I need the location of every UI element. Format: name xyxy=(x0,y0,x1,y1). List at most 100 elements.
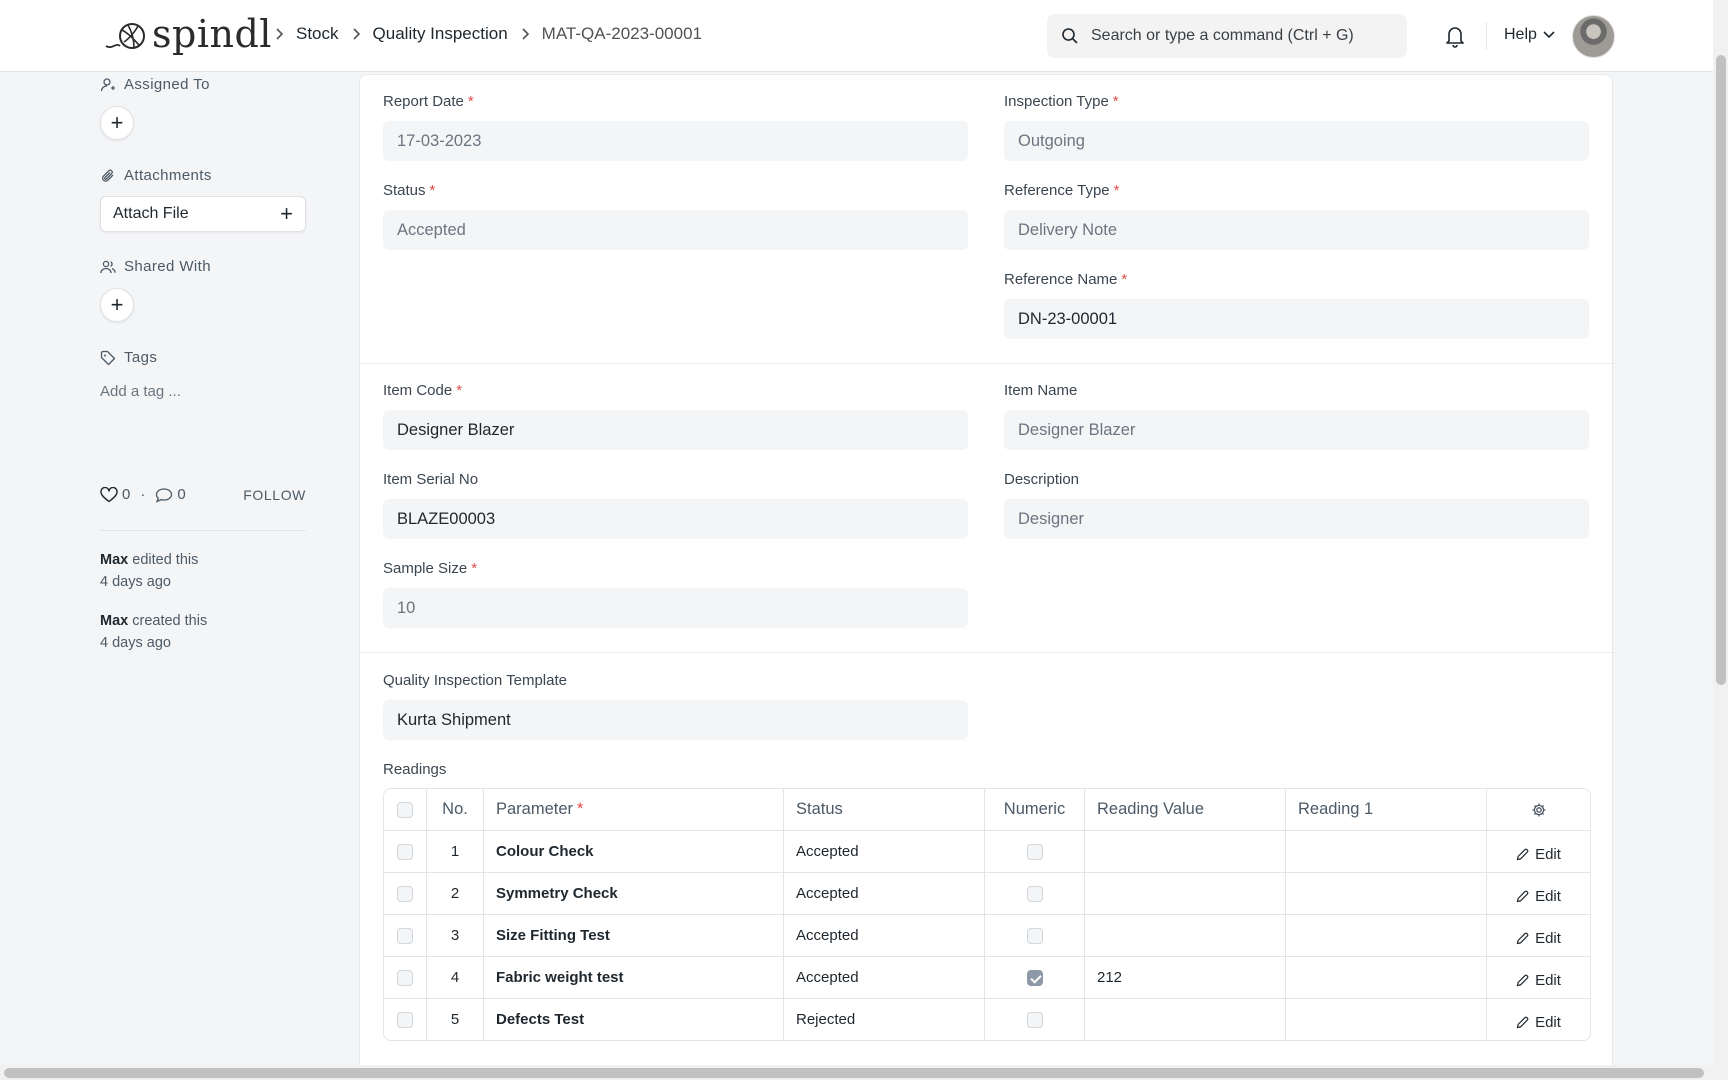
paperclip-icon xyxy=(102,169,114,182)
table-row[interactable]: 2 Symmetry Check Accepted Edit xyxy=(384,872,1590,914)
edit-row-button[interactable]: Edit xyxy=(1516,846,1561,863)
add-share-button[interactable]: + xyxy=(100,288,134,322)
item-code-input[interactable]: Designer Blazer xyxy=(383,410,968,450)
row-checkbox[interactable] xyxy=(397,885,413,902)
user-plus-icon xyxy=(100,77,115,91)
pencil-icon xyxy=(1516,890,1529,903)
activity-item: Max created this 4 days ago xyxy=(100,613,208,651)
edit-row-button[interactable]: Edit xyxy=(1516,1014,1561,1031)
add-tag-link[interactable]: Add a tag ... xyxy=(100,383,181,400)
column-reading-value: Reading Value xyxy=(1084,789,1285,830)
help-dropdown[interactable]: Help xyxy=(1504,26,1555,44)
form-card: Report Date * 17-03-2023 Inspection Type *… xyxy=(359,74,1613,1074)
edit-row-button[interactable]: Edit xyxy=(1516,888,1561,905)
search-icon xyxy=(1062,28,1078,44)
column-reading-1: Reading 1 xyxy=(1285,789,1486,830)
description-input[interactable]: Designer xyxy=(1004,499,1589,539)
row-checkbox[interactable] xyxy=(397,843,413,860)
stat-separator: · xyxy=(140,486,146,503)
table-row[interactable]: 4 Fabric weight test Accepted 212 Edit xyxy=(384,956,1590,998)
navbar: spindl Stock Quality Inspection MAT-QA-2… xyxy=(0,0,1713,72)
reference-type-field: Reference Type * Delivery Note xyxy=(1004,182,1589,250)
like-count: 0 xyxy=(122,486,131,503)
column-parameter: Parameter * xyxy=(483,789,783,830)
item-serial-no-field: Item Serial No BLAZE00003 xyxy=(383,471,968,539)
help-label: Help xyxy=(1504,26,1537,43)
bell-icon[interactable] xyxy=(1444,24,1466,48)
numeric-checkbox[interactable] xyxy=(1026,843,1043,860)
pencil-icon xyxy=(1516,848,1529,861)
item-name-input[interactable]: Designer Blazer xyxy=(1004,410,1589,450)
reference-type-select[interactable]: Delivery Note xyxy=(1004,210,1589,250)
numeric-checkbox[interactable] xyxy=(1026,927,1043,944)
reference-name-input[interactable]: DN-23-00001 xyxy=(1004,299,1589,339)
item-name-field: Item Name Designer Blazer xyxy=(1004,382,1589,450)
brand-logo[interactable]: spindl xyxy=(104,12,272,56)
breadcrumb-current[interactable]: MAT-QA-2023-00001 xyxy=(542,24,702,44)
report-date-input[interactable]: 17-03-2023 xyxy=(383,121,968,161)
breadcrumb: Stock Quality Inspection MAT-QA-2023-000… xyxy=(262,24,702,44)
edit-row-button[interactable]: Edit xyxy=(1516,930,1561,947)
reference-name-field: Reference Name * DN-23-00001 xyxy=(1004,271,1589,339)
breadcrumb-quality-inspection[interactable]: Quality Inspection xyxy=(373,24,508,44)
chevron-right-icon xyxy=(274,28,284,40)
select-all-checkbox[interactable] xyxy=(397,801,413,818)
search-input[interactable] xyxy=(1091,27,1391,45)
report-date-field: Report Date * 17-03-2023 xyxy=(383,93,968,161)
qi-template-field: Quality Inspection Template Kurta Shipme… xyxy=(383,672,968,740)
vertical-scrollbar[interactable] xyxy=(1713,0,1728,1080)
row-checkbox[interactable] xyxy=(397,927,413,944)
social-stats: 0 · 0 FOLLOW xyxy=(100,486,306,503)
status-field: Status * Accepted xyxy=(383,182,968,250)
shared-with-label: Shared With xyxy=(100,258,211,275)
attach-file-button[interactable]: Attach File + xyxy=(100,196,306,232)
section-divider xyxy=(360,363,1612,364)
table-row[interactable]: 1 Colour Check Accepted Edit xyxy=(384,830,1590,872)
readings-label: Readings xyxy=(383,761,447,778)
add-assignee-button[interactable]: + xyxy=(100,106,134,140)
row-checkbox[interactable] xyxy=(397,969,413,986)
chevron-right-icon xyxy=(520,28,530,40)
follow-button[interactable]: FOLLOW xyxy=(243,487,306,503)
pencil-icon xyxy=(1516,932,1529,945)
sample-size-input[interactable]: 10 xyxy=(383,588,968,628)
qi-template-input[interactable]: Kurta Shipment xyxy=(383,700,968,740)
inspection-type-select[interactable]: Outgoing xyxy=(1004,121,1589,161)
readings-table: No. Parameter * Status Numeric Reading Va… xyxy=(383,788,1591,1041)
horizontal-scrollbar-thumb[interactable] xyxy=(4,1068,1704,1078)
item-code-field: Item Code * Designer Blazer xyxy=(383,382,968,450)
yarn-ball-icon xyxy=(105,23,145,49)
breadcrumb-stock[interactable]: Stock xyxy=(296,24,339,44)
gear-icon[interactable] xyxy=(1531,802,1547,818)
horizontal-scrollbar[interactable] xyxy=(0,1065,1713,1080)
row-checkbox[interactable] xyxy=(397,1011,413,1028)
column-no: No. xyxy=(426,789,483,830)
table-header: No. Parameter * Status Numeric Reading Va… xyxy=(384,789,1590,830)
inspection-type-field: Inspection Type * Outgoing xyxy=(1004,93,1589,161)
vertical-scrollbar-thumb[interactable] xyxy=(1716,55,1726,685)
description-field: Description Designer xyxy=(1004,471,1589,539)
navbar-divider xyxy=(1486,22,1487,50)
chevron-down-icon xyxy=(1543,31,1555,39)
column-numeric: Numeric xyxy=(984,789,1084,830)
chevron-right-icon xyxy=(351,28,361,40)
brand-name: spindl xyxy=(152,12,272,56)
tags-label: Tags xyxy=(100,349,157,366)
numeric-checkbox-checked[interactable] xyxy=(1026,969,1043,986)
column-status: Status xyxy=(783,789,984,830)
heart-icon[interactable] xyxy=(100,486,118,503)
numeric-checkbox[interactable] xyxy=(1026,1011,1043,1028)
avatar[interactable] xyxy=(1572,15,1615,58)
edit-row-button[interactable]: Edit xyxy=(1516,972,1561,989)
numeric-checkbox[interactable] xyxy=(1026,885,1043,902)
status-select[interactable]: Accepted xyxy=(383,210,968,250)
plus-icon: + xyxy=(280,201,293,226)
item-serial-no-input[interactable]: BLAZE00003 xyxy=(383,499,968,539)
search-bar[interactable] xyxy=(1047,14,1407,58)
sidebar-divider xyxy=(100,530,306,531)
comment-icon[interactable] xyxy=(155,487,173,503)
table-row[interactable]: 5 Defects Test Rejected Edit xyxy=(384,998,1590,1040)
users-icon xyxy=(100,260,116,273)
assigned-to-label: Assigned To xyxy=(100,76,210,93)
table-row[interactable]: 3 Size Fitting Test Accepted Edit xyxy=(384,914,1590,956)
